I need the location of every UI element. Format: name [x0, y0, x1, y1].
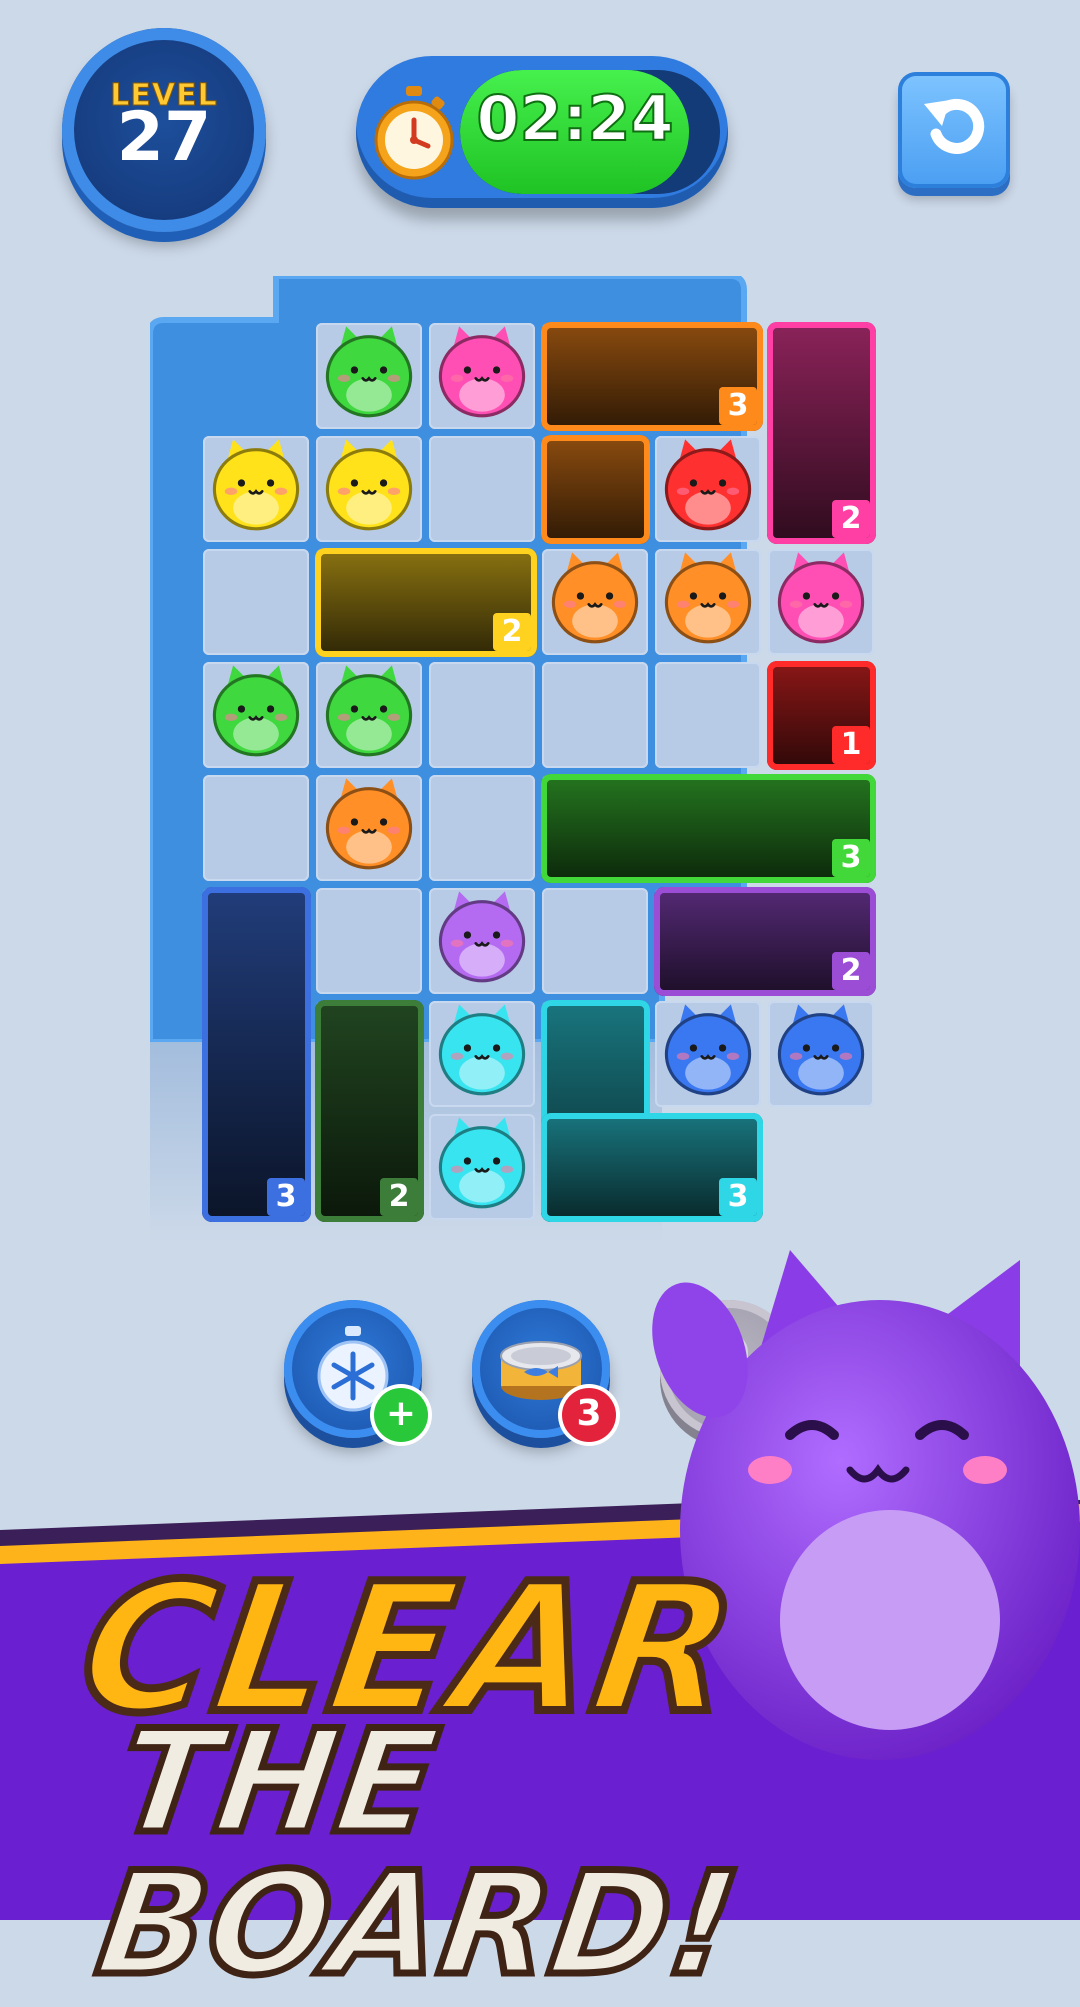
- green-box-count: 3: [832, 839, 870, 877]
- yellow-box-count: 2: [493, 613, 531, 651]
- red-cat[interactable]: [656, 431, 760, 535]
- orange-cat[interactable]: [656, 544, 760, 648]
- orange-box[interactable]: [541, 435, 650, 544]
- purple-box-count: 2: [832, 952, 870, 990]
- red-box-count: 1: [832, 726, 870, 764]
- grid-cell: [203, 775, 309, 881]
- blue-box[interactable]: [202, 887, 311, 1222]
- cyan-box-count: 3: [719, 1178, 757, 1216]
- cat-food-powerup-button[interactable]: 3: [472, 1300, 616, 1442]
- headline-line2: THE BOARD!: [85, 1697, 752, 2007]
- grid-cell: [655, 662, 761, 768]
- green-box[interactable]: [541, 774, 876, 883]
- blue-cat[interactable]: [769, 996, 873, 1100]
- pink-box-count: 2: [832, 500, 870, 538]
- green-cat[interactable]: [317, 657, 421, 761]
- orange-cat[interactable]: [543, 544, 647, 648]
- yellow-cat[interactable]: [204, 431, 308, 535]
- grid-cell: [542, 662, 648, 768]
- blue-box-count: 3: [267, 1178, 305, 1216]
- pink-cat[interactable]: [769, 544, 873, 648]
- purple-cat[interactable]: [430, 883, 534, 987]
- grid-cell: [203, 549, 309, 655]
- grid-cell: [429, 775, 535, 881]
- cyan-cat[interactable]: [430, 1109, 534, 1213]
- dark-green-box-count: 2: [380, 1178, 418, 1216]
- cyan-cat[interactable]: [430, 996, 534, 1100]
- grid-cell: [429, 662, 535, 768]
- grid-cell: [316, 888, 422, 994]
- orange-box-count: 3: [719, 387, 757, 425]
- blue-cat[interactable]: [656, 996, 760, 1100]
- pink-cat[interactable]: [430, 318, 534, 422]
- grid-cell: [429, 436, 535, 542]
- green-cat[interactable]: [204, 657, 308, 761]
- orange-cat[interactable]: [317, 770, 421, 874]
- grid-cell: [542, 888, 648, 994]
- green-cat[interactable]: [317, 318, 421, 422]
- freeze-badge: +: [374, 1388, 428, 1442]
- cat-food-count-badge: 3: [562, 1388, 616, 1442]
- freeze-powerup-button[interactable]: +: [284, 1300, 428, 1442]
- yellow-cat[interactable]: [317, 431, 421, 535]
